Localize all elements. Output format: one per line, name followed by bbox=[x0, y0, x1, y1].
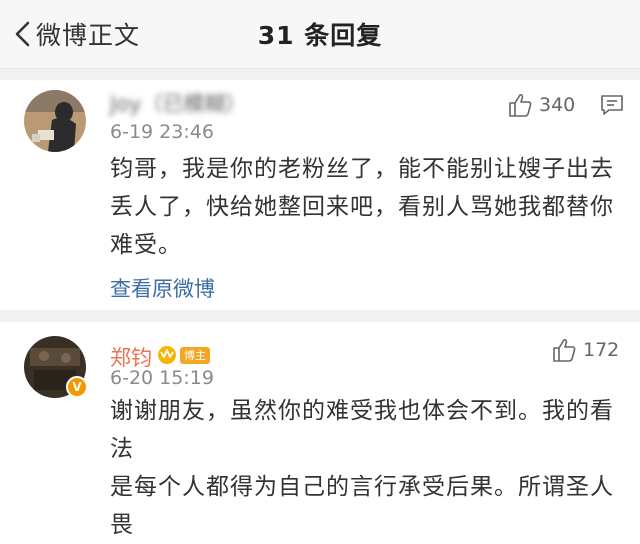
comment-icon bbox=[601, 95, 623, 115]
comment-time: 6-19 23:46 bbox=[110, 121, 214, 143]
like-count: 172 bbox=[583, 339, 620, 361]
comment-body: 钧哥，我是你的老粉丝了，能不能别让嫂子出去 丢人了，快给她整回来吧，看别人骂她我… bbox=[110, 150, 635, 264]
username[interactable]: Joy（已模糊） bbox=[110, 88, 246, 118]
comment-line: 难受。 bbox=[110, 232, 182, 258]
comment-line: 丢人了，快给她整回来吧，看别人骂她我都替你 bbox=[110, 194, 614, 220]
comment-line: 是每个人都得为自己的言行承受后果。所谓圣人畏 bbox=[110, 474, 614, 538]
comment-body: 谢谢朋友，虽然你的难受我也体会不到。我的看法 是每个人都得为自己的言行承受后果。… bbox=[110, 392, 635, 544]
comment-item: V 郑钧 博主 6-20 15:19 172 谢谢朋友，虽然你的难受我也体会不到… bbox=[0, 322, 640, 538]
like-button[interactable]: 172 bbox=[551, 337, 619, 363]
page-title: 31 条回复 bbox=[257, 21, 383, 50]
section-divider bbox=[0, 310, 640, 322]
view-original-link[interactable]: 查看原微博 bbox=[110, 273, 215, 303]
verified-icon: V bbox=[66, 376, 88, 398]
blogger-badge: 博主 bbox=[180, 347, 210, 364]
comment-line: 钧哥，我是你的老粉丝了，能不能别让嫂子出去 bbox=[110, 156, 614, 182]
reply-button[interactable] bbox=[600, 94, 624, 120]
comment-time: 6-20 15:19 bbox=[110, 367, 214, 389]
section-divider bbox=[0, 69, 640, 80]
comment-line: 谢谢朋友，虽然你的难受我也体会不到。我的看法 bbox=[110, 398, 614, 462]
thumbs-up-icon bbox=[509, 93, 532, 117]
like-button[interactable]: 340 bbox=[507, 92, 575, 118]
top-nav-bar: 微博正文 31 条回复 bbox=[0, 0, 640, 69]
thumbs-up-icon bbox=[553, 338, 576, 362]
like-count: 340 bbox=[539, 94, 576, 116]
comment-item: Joy（已模糊） 6-19 23:46 340 钧哥，我是你的老粉丝了，能不能别… bbox=[0, 80, 640, 310]
vip-crown-icon bbox=[156, 344, 178, 368]
avatar[interactable] bbox=[24, 90, 86, 152]
